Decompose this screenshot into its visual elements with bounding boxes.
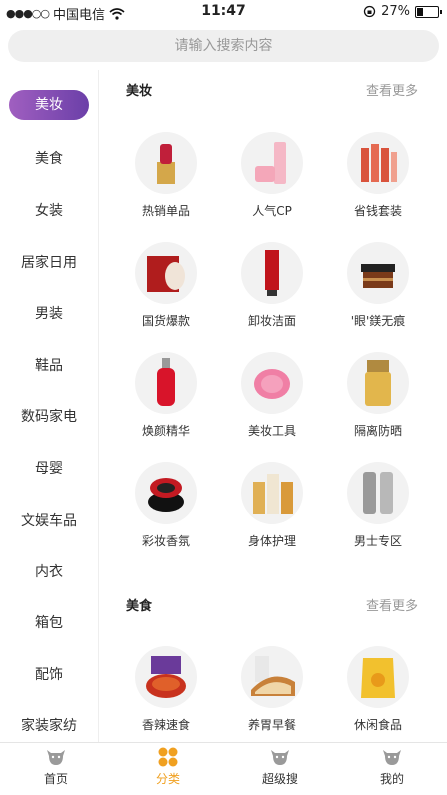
tab-home[interactable]: 首页	[16, 747, 96, 787]
status-bar: ●●●○○ 中国电信 11:47 27%	[0, 0, 447, 24]
item-label: 休闲食品	[353, 718, 402, 732]
sidebar-item-bags[interactable]: 箱包	[0, 612, 98, 632]
item-label: 身体护理	[247, 534, 296, 548]
tab-category[interactable]: 分类	[128, 747, 208, 787]
item-label: 卸妆洁面	[247, 314, 296, 328]
item-label: 省钱套装	[353, 204, 402, 218]
item-label: 人气CP	[252, 204, 292, 218]
tab-label: 超级搜	[261, 772, 298, 786]
product-category-item[interactable]: 隔离防晒	[328, 352, 428, 439]
sidebar-item-mens[interactable]: 男装	[0, 303, 98, 323]
cow-icon	[381, 747, 403, 767]
item-label: 国货爆款	[141, 314, 190, 328]
sidebar-item-entertainment[interactable]: 文娱车品	[0, 510, 98, 530]
see-more-food-link[interactable]: 查看更多	[366, 595, 418, 614]
sidebar-item-food[interactable]: 美食	[0, 148, 98, 168]
cushion-compact-icon	[135, 462, 197, 524]
sidebar-item-furnishing[interactable]: 家装家纺	[0, 715, 98, 735]
product-category-item[interactable]: 彩妆香氛	[116, 462, 216, 549]
tab-label: 首页	[43, 772, 68, 786]
cow-icon	[269, 747, 291, 767]
tab-mine[interactable]: 我的	[352, 747, 432, 787]
cleansing-brush-icon	[241, 352, 303, 414]
see-more-makeup-link[interactable]: 查看更多	[366, 80, 418, 99]
item-label: 彩妆香氛	[141, 534, 190, 548]
product-category-item[interactable]: 卸妆洁面	[222, 242, 322, 329]
eye-cream-jar-icon	[347, 242, 409, 304]
orientation-lock-icon	[363, 5, 376, 18]
lipstick-icon	[135, 132, 197, 194]
category-sidebar: 美妆 美食 女装 居家日用 男装 鞋品 数码家电 母婴 文娱车品 内衣 箱包 配…	[0, 70, 99, 742]
bread-icon	[241, 646, 303, 708]
category-content: 美妆 查看更多 热销单品 人气CP 省钱套装 国货爆款 卸妆洁面 '眼'鎂无痕 …	[99, 70, 447, 742]
tab-super-search[interactable]: 超级搜	[240, 747, 320, 787]
sidebar-item-home[interactable]: 居家日用	[0, 252, 98, 272]
snack-bag-icon	[347, 646, 409, 708]
product-category-item[interactable]: 人气CP	[222, 132, 322, 219]
product-category-item[interactable]: 养胃早餐	[222, 646, 322, 733]
skincare-set-icon	[347, 132, 409, 194]
sidebar-item-shoes[interactable]: 鞋品	[0, 355, 98, 375]
product-category-item[interactable]: 香辣速食	[116, 646, 216, 733]
item-label: 隔离防晒	[353, 424, 402, 438]
cream-bottles-icon	[241, 132, 303, 194]
sunscreen-icon	[347, 352, 409, 414]
sidebar-item-makeup[interactable]: 美妆	[9, 90, 89, 120]
product-category-item[interactable]: 身体护理	[222, 462, 322, 549]
bottom-tab-bar: 首页 分类 超级搜 我的	[0, 742, 447, 795]
tab-label: 分类	[155, 772, 180, 786]
product-category-item[interactable]: 国货爆款	[116, 242, 216, 329]
product-category-item[interactable]: 热销单品	[116, 132, 216, 219]
item-label: '眼'鎂无痕	[350, 314, 406, 328]
product-category-item[interactable]: 男士专区	[328, 462, 428, 549]
product-category-item[interactable]: 美妆工具	[222, 352, 322, 439]
search-input[interactable]: 请输入搜索内容	[8, 30, 439, 62]
category-icon	[157, 747, 179, 767]
product-category-item[interactable]: 省钱套装	[328, 132, 428, 219]
cleanser-tube-icon	[241, 242, 303, 304]
item-label: 香辣速食	[141, 718, 190, 732]
section-title-makeup: 美妆	[126, 84, 153, 99]
section-title-food: 美食	[126, 599, 153, 614]
item-label: 养胃早餐	[247, 718, 296, 732]
product-category-item[interactable]: '眼'鎂无痕	[328, 242, 428, 329]
serum-bottle-icon	[135, 352, 197, 414]
item-label: 热销单品	[141, 204, 190, 218]
sidebar-item-digital[interactable]: 数码家电	[0, 406, 98, 426]
spicy-food-icon	[135, 646, 197, 708]
item-label: 美妆工具	[247, 424, 296, 438]
product-category-item[interactable]: 焕颜精华	[116, 352, 216, 439]
product-category-item[interactable]: 休闲食品	[328, 646, 428, 733]
mens-bottles-icon	[347, 462, 409, 524]
sidebar-item-baby[interactable]: 母婴	[0, 458, 98, 478]
battery-percent: 27%	[381, 4, 410, 19]
cow-icon	[45, 747, 67, 767]
sidebar-item-accessories[interactable]: 配饰	[0, 664, 98, 684]
tab-label: 我的	[379, 772, 404, 786]
face-mask-icon	[135, 242, 197, 304]
battery-icon	[415, 5, 442, 18]
item-label: 焕颜精华	[141, 424, 190, 438]
sidebar-item-underwear[interactable]: 内衣	[0, 561, 98, 581]
sidebar-item-womens[interactable]: 女装	[0, 200, 98, 220]
item-label: 男士专区	[353, 534, 402, 548]
body-oil-icon	[241, 462, 303, 524]
